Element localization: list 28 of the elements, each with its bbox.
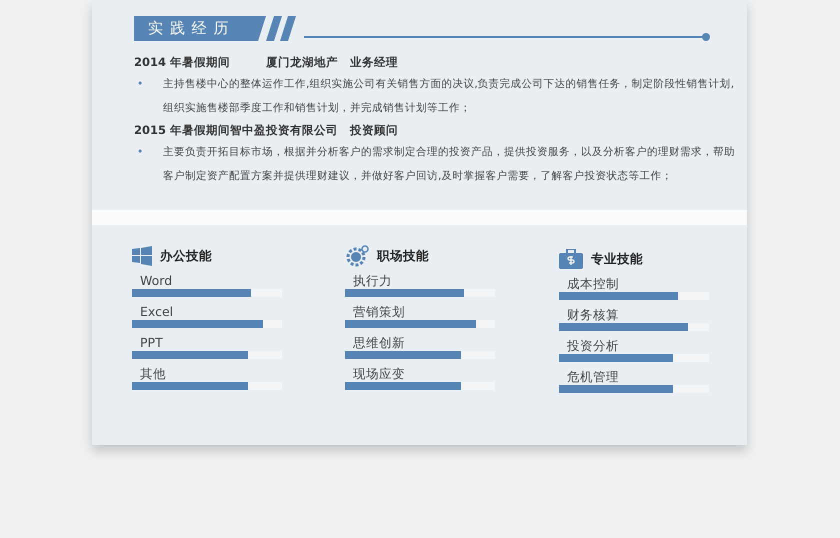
skill-group-title: 办公技能 [160,248,212,264]
bullet: • [136,145,144,160]
windows-icon [132,246,152,266]
skill-name: 执行力 [352,273,393,289]
bullet: • [136,77,144,92]
skill-name: 营销策划 [352,304,406,320]
job-role: 投资顾问 [350,123,398,138]
skill-name: 思维创新 [352,335,406,351]
skill-group-title: 专业技能 [591,250,643,268]
skill-name: 成本控制 [566,276,620,292]
skill-name: 危机管理 [566,369,620,385]
section-title: 实 践 经 历 [134,16,266,41]
job-role: 业务经理 [350,55,398,70]
skill-name: PPT [139,335,164,351]
company-name: 厦门龙湖地产 [266,55,338,70]
job-heading: 2015 年暑假期间智中盈投资有限公司 [134,123,338,138]
job-description: 主持售楼中心的整体运作工作,组织实施公司有关销售方面的决议,负责完成公司下达的销售任务，制定阶段性销售计划,组织实施售楼部季度工作和销售计划，并完成销售计划等工作； [163,77,736,116]
job-description: 主要负责开拓目标市场，根据并分析客户的需求制定合理的投资产品，提供投资服务，以及分析客户的理财需求，帮助客户制定资产配置方案并提供理财建议，并做好客户回访,及时掌握客户需要，了解客户投资状态等工作； [163,145,736,184]
gear-icon [345,245,369,267]
job-heading: 2014 年暑假期间 [134,55,232,70]
skill-name: 其他 [139,366,167,382]
skill-name: Word [139,273,174,289]
skill-name: 财务核算 [566,307,620,323]
skill-name: 现场应变 [352,366,406,382]
skill-name: Excel [139,304,174,320]
skill-group-title: 职场技能 [377,248,429,264]
briefcase-icon [559,249,583,269]
skill-name: 投资分析 [566,338,620,354]
